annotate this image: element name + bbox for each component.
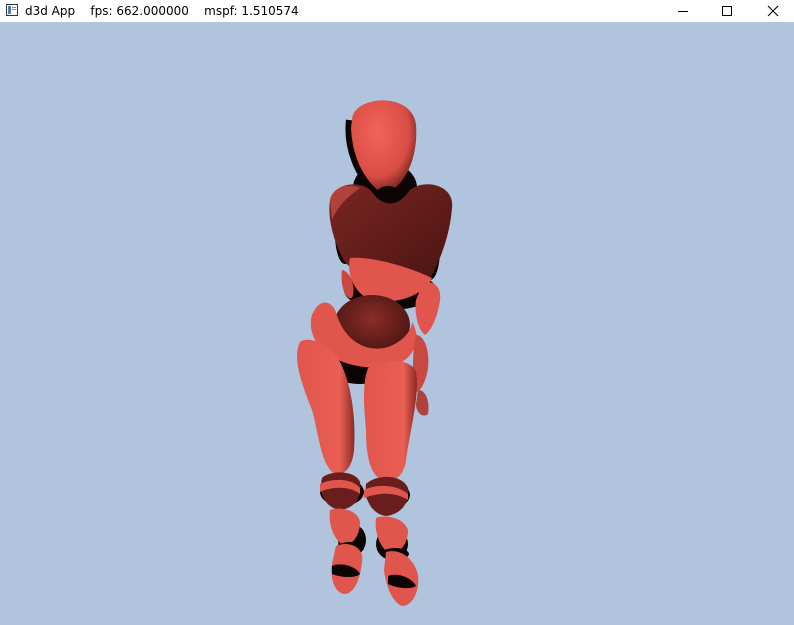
close-button[interactable] bbox=[750, 0, 794, 22]
mspf-value: 1.510574 bbox=[241, 4, 299, 18]
mspf-label: mspf: bbox=[204, 4, 238, 18]
fps-value: 662.000000 bbox=[116, 4, 189, 18]
render-viewport[interactable] bbox=[0, 24, 794, 625]
app-name: d3d App bbox=[25, 4, 76, 18]
app-window-icon bbox=[6, 4, 18, 16]
maximize-button[interactable] bbox=[704, 0, 750, 22]
fps-label: fps: bbox=[90, 4, 113, 18]
app-window: d3d App fps: 662.000000 mspf: 1.510574 bbox=[0, 0, 794, 625]
close-icon bbox=[767, 5, 779, 17]
title-bar[interactable]: d3d App fps: 662.000000 mspf: 1.510574 bbox=[0, 0, 794, 22]
maximize-icon bbox=[722, 6, 732, 16]
character-model bbox=[297, 100, 453, 606]
minimize-button[interactable] bbox=[660, 0, 706, 22]
minimize-icon bbox=[678, 11, 688, 12]
window-title: d3d App fps: 662.000000 mspf: 1.510574 bbox=[25, 3, 299, 19]
